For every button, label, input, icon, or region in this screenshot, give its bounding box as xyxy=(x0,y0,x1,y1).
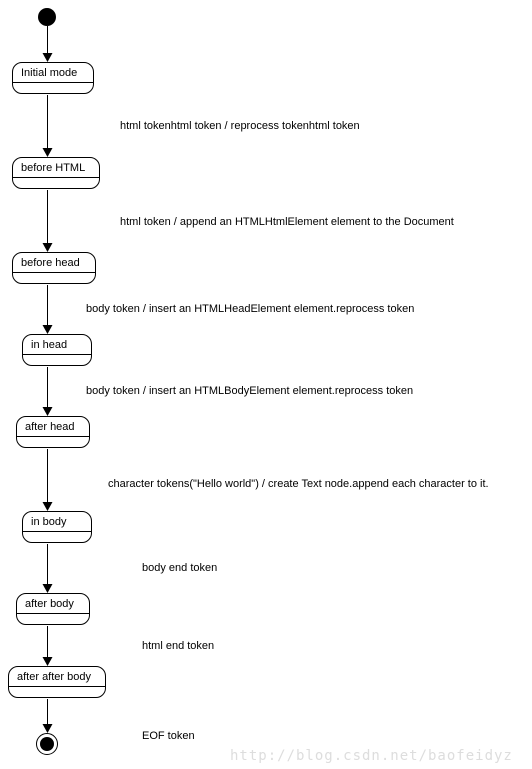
arrow-head-icon xyxy=(43,584,53,593)
transition-label: body token / insert an HTMLBodyElement e… xyxy=(86,385,413,397)
arrow xyxy=(47,26,48,56)
transition-label: body end token xyxy=(142,562,217,574)
arrow xyxy=(47,190,48,245)
transition-label: EOF token xyxy=(142,730,195,742)
arrow-head-icon xyxy=(43,407,53,416)
transition-label: body token / insert an HTMLHeadElement e… xyxy=(86,303,414,315)
state-in-body: in body xyxy=(22,511,92,543)
state-before-head: before head xyxy=(12,252,96,284)
arrow-head-icon xyxy=(43,724,53,733)
state-label: after after body xyxy=(9,671,105,687)
transition-label: character tokens("Hello world") / create… xyxy=(108,478,489,490)
arrow-head-icon xyxy=(43,148,53,157)
state-label: Initial mode xyxy=(13,67,93,83)
arrow-head-icon xyxy=(43,325,53,334)
state-label: in head xyxy=(23,339,91,355)
arrow xyxy=(47,367,48,409)
arrow xyxy=(47,285,48,327)
arrow-head-icon xyxy=(43,502,53,511)
state-after-head: after head xyxy=(16,416,90,448)
arrow xyxy=(47,449,48,504)
start-node xyxy=(38,8,56,26)
state-before-html: before HTML xyxy=(12,157,100,189)
arrow xyxy=(47,544,48,586)
arrow xyxy=(47,626,48,659)
arrow-head-icon xyxy=(43,53,53,62)
end-node xyxy=(36,733,58,755)
state-label: before head xyxy=(13,257,95,273)
arrow-head-icon xyxy=(43,657,53,666)
state-initial: Initial mode xyxy=(12,62,94,94)
state-label: before HTML xyxy=(13,162,99,178)
watermark: http://blog.csdn.net/baofeidyz xyxy=(230,748,513,764)
transition-label: html tokenhtml token / reprocess tokenht… xyxy=(120,120,360,132)
transition-label: html end token xyxy=(142,640,214,652)
state-in-head: in head xyxy=(22,334,92,366)
arrow-head-icon xyxy=(43,243,53,252)
state-label: after body xyxy=(17,598,89,614)
arrow xyxy=(47,699,48,726)
activity-diagram: Initial mode html tokenhtml token / repr… xyxy=(0,0,532,769)
state-label: in body xyxy=(23,516,91,532)
transition-label: html token / append an HTMLHtmlElement e… xyxy=(120,216,454,228)
state-after-body: after body xyxy=(16,593,90,625)
state-label: after head xyxy=(17,421,89,437)
state-after-after-body: after after body xyxy=(8,666,106,698)
arrow xyxy=(47,95,48,150)
